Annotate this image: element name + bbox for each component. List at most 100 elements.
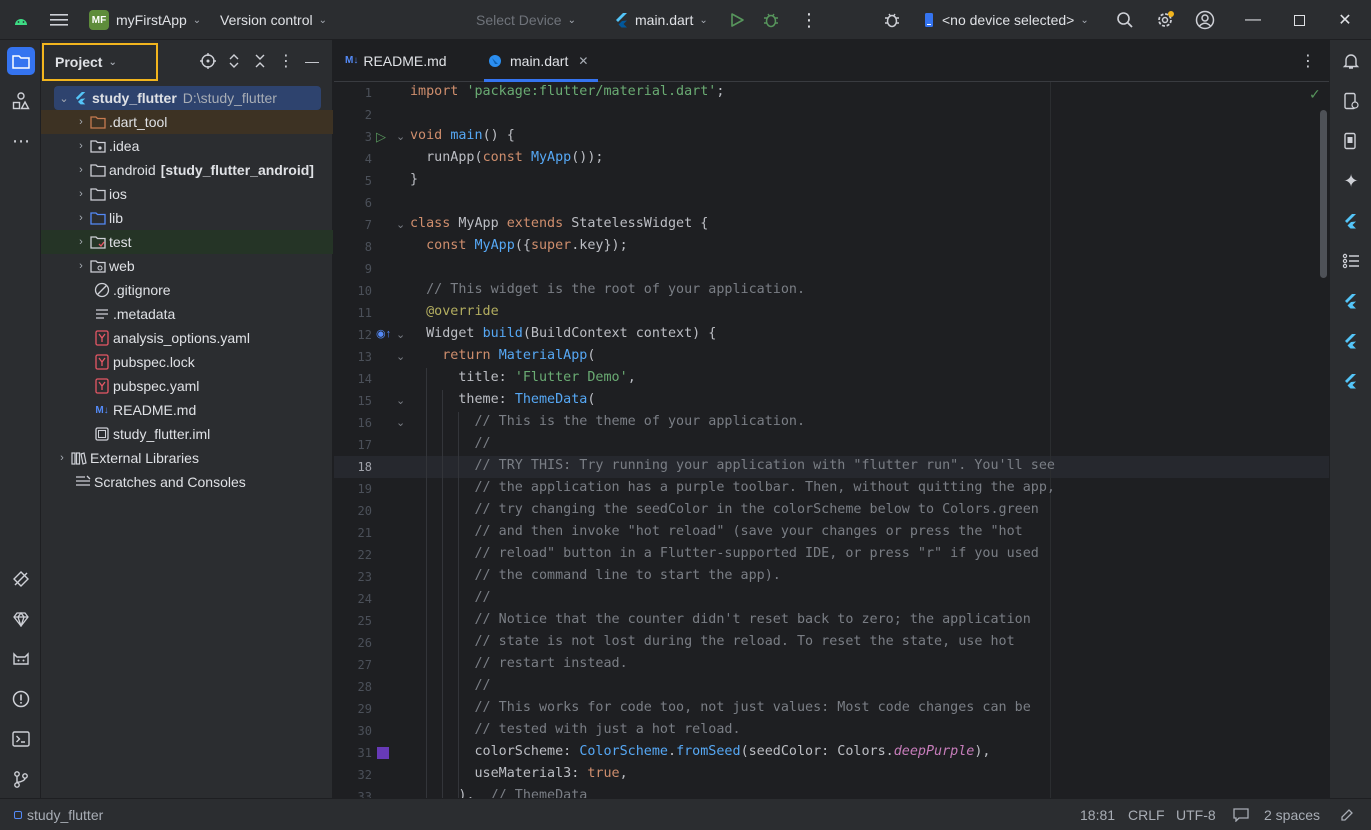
yaml-icon xyxy=(93,354,111,370)
flutter-devtools-icon[interactable] xyxy=(1337,367,1365,395)
options-menu-icon[interactable]: ⋮ xyxy=(276,51,296,71)
main-menu-icon[interactable] xyxy=(50,0,68,40)
editor-scrollbar[interactable] xyxy=(1320,110,1327,278)
notifications-bell-icon[interactable] xyxy=(1337,47,1365,75)
device-manager-icon[interactable] xyxy=(1337,87,1365,115)
project-tool-folder-icon[interactable] xyxy=(7,47,35,75)
fold-chevron-icon[interactable]: ⌄ xyxy=(396,218,405,231)
chevron-right-icon[interactable]: › xyxy=(73,260,89,272)
no-problems-check-icon[interactable]: ✓ xyxy=(1309,86,1321,103)
flutter-inspector-icon[interactable] xyxy=(1337,207,1365,235)
settings-gear-icon[interactable] xyxy=(1155,0,1175,40)
tree-item-label: study_flutter xyxy=(92,90,177,106)
tree-item-gitignore[interactable]: .gitignore xyxy=(41,278,333,302)
version-control-branch-icon[interactable] xyxy=(7,765,35,793)
breadcrumb[interactable]: study_flutter xyxy=(14,799,103,830)
code-editor[interactable]: 1 2 3 4 5 6 7 8 9 10 11 12 13 14 15 16 17 18 19 20 21 22 23 24 2… xyxy=(334,82,1329,798)
code-line: // This works for code too, not just val… xyxy=(474,700,1031,715)
tree-item-iml[interactable]: study_flutter.iml xyxy=(41,422,333,446)
chevron-right-icon[interactable]: › xyxy=(73,236,89,248)
fold-chevron-icon[interactable]: ⌄ xyxy=(396,394,405,407)
run-configuration-dropdown[interactable]: main.dart ⌄ xyxy=(615,0,708,40)
tree-item-analysis-options[interactable]: analysis_options.yaml xyxy=(41,326,333,350)
gem-icon[interactable] xyxy=(7,605,35,633)
more-tools-icon[interactable]: ⋯ xyxy=(7,127,35,155)
tree-item-ios[interactable]: › ios xyxy=(41,182,333,206)
chevron-right-icon[interactable]: › xyxy=(73,212,89,224)
app-quality-insights-icon[interactable] xyxy=(7,565,35,593)
tree-item-metadata[interactable]: .metadata xyxy=(41,302,333,326)
chevron-right-icon[interactable]: › xyxy=(73,164,89,176)
tree-item-dart-tool[interactable]: › .dart_tool xyxy=(41,110,333,134)
indent-setting[interactable]: 2 spaces xyxy=(1264,799,1320,830)
line-number: 32 xyxy=(357,768,372,782)
terminal-icon[interactable] xyxy=(7,725,35,753)
tree-item-lib[interactable]: › lib xyxy=(41,206,333,230)
locate-file-target-icon[interactable] xyxy=(198,51,218,71)
flutter-performance-icon[interactable] xyxy=(1337,287,1365,315)
gemini-sparkle-icon[interactable]: ✦ xyxy=(1337,167,1365,195)
more-actions-icon[interactable]: ⋮ xyxy=(800,0,818,40)
tab-main-dart[interactable]: main.dart ✕ xyxy=(484,40,599,82)
tree-item-idea[interactable]: › .idea xyxy=(41,134,333,158)
flutter-outline-icon[interactable] xyxy=(1337,327,1365,355)
account-icon[interactable] xyxy=(1195,0,1215,40)
attach-debugger-icon[interactable] xyxy=(882,0,902,40)
project-switcher[interactable]: MF myFirstApp ⌄ xyxy=(89,0,201,40)
caret-position[interactable]: 18:81 xyxy=(1080,799,1115,830)
tree-item-pubspec-yaml[interactable]: pubspec.yaml xyxy=(41,374,333,398)
status-bar: study_flutter 18:81 CRLF UTF-8 2 spaces xyxy=(0,798,1371,830)
collapse-all-icon[interactable] xyxy=(250,51,270,71)
logcat-cat-icon[interactable] xyxy=(7,645,35,673)
line-number: 11 xyxy=(357,306,372,320)
problems-warning-icon[interactable] xyxy=(7,685,35,713)
tab-options-icon[interactable]: ⋮ xyxy=(1300,40,1316,81)
fold-chevron-icon[interactable]: ⌄ xyxy=(396,416,405,429)
yaml-icon xyxy=(93,330,111,346)
file-encoding[interactable]: UTF-8 xyxy=(1176,799,1216,830)
expand-all-icon[interactable] xyxy=(224,51,244,71)
override-method-icon[interactable]: ◉↑ xyxy=(376,327,391,340)
tree-item-readme[interactable]: M↓ README.md xyxy=(41,398,333,422)
yaml-icon xyxy=(93,378,111,394)
android-logo-icon[interactable] xyxy=(12,0,30,40)
hide-panel-icon[interactable]: — xyxy=(302,51,322,71)
debug-button[interactable] xyxy=(762,0,780,40)
minimize-window-icon[interactable]: — xyxy=(1230,0,1276,40)
fold-chevron-icon[interactable]: ⌄ xyxy=(396,350,405,363)
tree-item-pubspec-lock[interactable]: pubspec.lock xyxy=(41,350,333,374)
select-device-dropdown[interactable]: Select Device ⌄ xyxy=(476,0,576,40)
close-tab-icon[interactable]: ✕ xyxy=(578,54,588,68)
search-icon[interactable] xyxy=(1116,0,1134,40)
run-button[interactable] xyxy=(729,0,745,40)
tree-item-study-flutter[interactable]: ⌄ study_flutter D:\study_flutter xyxy=(54,86,321,110)
context-actions-icon[interactable] xyxy=(1233,799,1249,830)
chevron-right-icon[interactable]: › xyxy=(73,116,89,128)
chevron-right-icon[interactable]: › xyxy=(73,140,89,152)
tree-item-scratches[interactable]: Scratches and Consoles xyxy=(41,470,333,494)
device-selector[interactable]: <no device selected> ⌄ xyxy=(924,0,1089,40)
maximize-window-icon[interactable] xyxy=(1276,0,1322,40)
close-window-icon[interactable]: ✕ xyxy=(1322,0,1368,40)
chevron-down-icon[interactable]: ⌄ xyxy=(56,92,72,105)
read-only-toggle-icon[interactable] xyxy=(1340,799,1354,830)
line-number: 19 xyxy=(357,482,372,496)
run-gutter-icon[interactable]: ▷ xyxy=(376,129,386,145)
tree-item-test[interactable]: › test xyxy=(41,230,333,254)
version-control-menu[interactable]: Version control ⌄ xyxy=(220,0,327,40)
tree-item-external-libraries[interactable]: › External Libraries xyxy=(41,446,333,470)
project-view-selector[interactable]: Project ⌄ xyxy=(42,43,158,81)
tab-readme[interactable]: M↓ README.md xyxy=(345,40,447,81)
color-swatch-icon[interactable] xyxy=(377,747,389,759)
tree-item-web[interactable]: › web xyxy=(41,254,333,278)
code-line: // state is not lost during the reload. … xyxy=(474,634,1015,649)
fold-chevron-icon[interactable]: ⌄ xyxy=(396,328,405,341)
running-devices-icon[interactable] xyxy=(1337,127,1365,155)
tree-item-android[interactable]: › android [study_flutter_android] xyxy=(41,158,333,182)
chevron-right-icon[interactable]: › xyxy=(54,452,70,464)
resource-manager-shapes-icon[interactable] xyxy=(7,87,35,115)
fold-chevron-icon[interactable]: ⌄ xyxy=(396,130,405,143)
line-separator[interactable]: CRLF xyxy=(1128,799,1165,830)
structure-list-icon[interactable] xyxy=(1337,247,1365,275)
chevron-right-icon[interactable]: › xyxy=(73,188,89,200)
